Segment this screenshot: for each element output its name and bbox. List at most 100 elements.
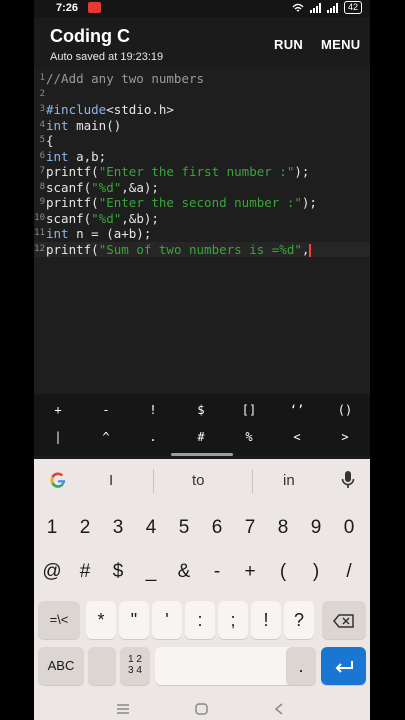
code-token: { (46, 133, 54, 148)
number-key[interactable]: 4 (135, 517, 167, 539)
symbol-key[interactable]: @ (36, 561, 68, 585)
symbol-key[interactable]: . (138, 430, 168, 444)
code-editor[interactable]: 1//Add any two numbers 2 3 #include<stdio.h… (34, 69, 370, 394)
status-bar: 7:26 42 (34, 0, 370, 17)
microphone-icon[interactable] (341, 470, 355, 490)
enter-key[interactable] (321, 647, 366, 685)
symbol-key[interactable]: | (43, 430, 73, 444)
code-token: main() (68, 117, 122, 133)
symbol-key[interactable]: # (69, 561, 101, 585)
period-key[interactable]: . (286, 647, 316, 685)
emoji-key[interactable] (88, 647, 116, 685)
code-line[interactable]: 9 printf("Enter the second number :"); (34, 195, 370, 210)
code-line[interactable]: 10 scanf("%d",&b); (34, 211, 370, 226)
symbol-key[interactable]: () (330, 403, 360, 417)
key-exclamation[interactable]: ! (251, 601, 281, 639)
line-number: 2 (39, 88, 45, 99)
number-key[interactable]: 0 (333, 517, 365, 539)
symbol-key[interactable]: ‘’ (282, 403, 312, 417)
symbol-key[interactable]: < (282, 430, 312, 444)
symbol-key[interactable]: - (201, 561, 233, 585)
soft-keyboard: I to in =\< * " ' : ; ! ? ABC 1 2 3 4 . … (34, 459, 370, 720)
key-apostrophe[interactable]: ' (152, 601, 182, 639)
symbol-key[interactable]: & (168, 561, 200, 585)
battery-icon: 42 (343, 1, 362, 14)
line-number: 8 (39, 181, 45, 192)
number-key[interactable]: 8 (267, 517, 299, 539)
symbol-key[interactable]: ^ (91, 430, 121, 444)
symbol-key[interactable]: - (91, 403, 121, 417)
symbol-key[interactable]: ! (138, 403, 168, 417)
code-line[interactable]: 2 (34, 87, 370, 102)
key-asterisk[interactable]: * (86, 601, 116, 639)
symbol-key[interactable]: $ (102, 561, 134, 585)
number-key[interactable]: 5 (168, 517, 200, 539)
abc-key[interactable]: ABC (38, 647, 84, 685)
number-key[interactable]: 1 (36, 517, 68, 539)
back-icon[interactable] (274, 703, 284, 715)
symbol-key[interactable]: ) (300, 561, 332, 585)
line-number: 12 (34, 243, 45, 254)
code-token: //Add any two numbers (46, 71, 205, 86)
backspace-icon (333, 614, 354, 628)
symbol-key[interactable]: + (234, 561, 266, 585)
line-number: 7 (39, 166, 45, 176)
code-line[interactable]: 1//Add any two numbers (34, 71, 370, 86)
recents-icon[interactable] (116, 703, 130, 715)
symbol-key[interactable]: ( (267, 561, 299, 585)
key-quote[interactable]: " (119, 601, 149, 639)
code-line[interactable]: 7 printf("Enter the first number :"); (34, 164, 370, 179)
code-line[interactable]: 4 int main() (34, 118, 370, 133)
backspace-key[interactable] (322, 601, 366, 639)
key-semicolon[interactable]: ; (218, 601, 248, 639)
code-token: int (46, 117, 69, 133)
drag-handle[interactable] (171, 453, 233, 456)
menu-button[interactable]: MENU (321, 37, 360, 52)
status-icons: 42 (292, 1, 362, 14)
symbol-key[interactable]: + (43, 403, 73, 417)
number-key[interactable]: 6 (201, 517, 233, 539)
suggestion-1[interactable]: I (109, 472, 113, 489)
code-line[interactable]: 11 int n = (a+b); (34, 226, 370, 241)
symbol-key[interactable]: _ (135, 561, 167, 585)
symbol-key[interactable]: % (234, 430, 264, 444)
code-line[interactable]: 6 int a,b; (34, 149, 370, 164)
code-text: scanf("%d",&b); (46, 211, 159, 226)
code-token: int (46, 226, 69, 241)
number-key[interactable]: 7 (234, 517, 266, 539)
code-line[interactable]: 5{ (34, 133, 370, 148)
run-button[interactable]: RUN (274, 37, 303, 52)
more-symbols-key[interactable]: =\< (38, 601, 80, 639)
app-frame: 7:26 42 Coding C Auto saved at 19:23:19 … (34, 0, 370, 720)
symbol-key[interactable]: / (333, 561, 365, 585)
number-key[interactable]: 9 (300, 517, 332, 539)
line-number: 11 (34, 228, 45, 238)
suggestion-3[interactable]: in (283, 472, 295, 489)
app-bar: Coding C Auto saved at 19:23:19 RUN MENU (34, 17, 370, 69)
home-icon[interactable] (195, 703, 208, 715)
symbol-key[interactable]: [] (234, 403, 264, 417)
google-icon[interactable] (48, 470, 68, 490)
code-token: "%d" (91, 179, 122, 195)
fraction-key[interactable]: 1 2 3 4 (120, 647, 150, 685)
number-key[interactable]: 3 (102, 517, 134, 539)
key-colon[interactable]: : (185, 601, 215, 639)
code-token: "%d" (91, 210, 122, 226)
number-key[interactable]: 2 (69, 517, 101, 539)
notification-icon (88, 2, 101, 13)
code-line[interactable]: 8 scanf("%d",&a); (34, 180, 370, 195)
code-line[interactable]: 12 printf("Sum of two numbers is =%d", (34, 241, 370, 257)
code-token: printf( (46, 241, 99, 257)
code-text: int n = (a+b); (46, 226, 151, 241)
key-question[interactable]: ? (284, 601, 314, 639)
code-token: ); (294, 164, 310, 179)
code-token: a,b; (68, 148, 107, 164)
code-line[interactable]: 3 #include<stdio.h> (34, 102, 370, 117)
suggestion-2[interactable]: to (192, 472, 205, 489)
symbol-key[interactable]: # (186, 430, 216, 444)
code-text: printf("Enter the second number :"); (46, 195, 317, 210)
line-number: 6 (39, 150, 45, 161)
symbol-key[interactable]: $ (186, 403, 216, 417)
code-text: printf("Sum of two numbers is =%d", (46, 241, 312, 257)
symbol-key[interactable]: > (330, 430, 360, 444)
